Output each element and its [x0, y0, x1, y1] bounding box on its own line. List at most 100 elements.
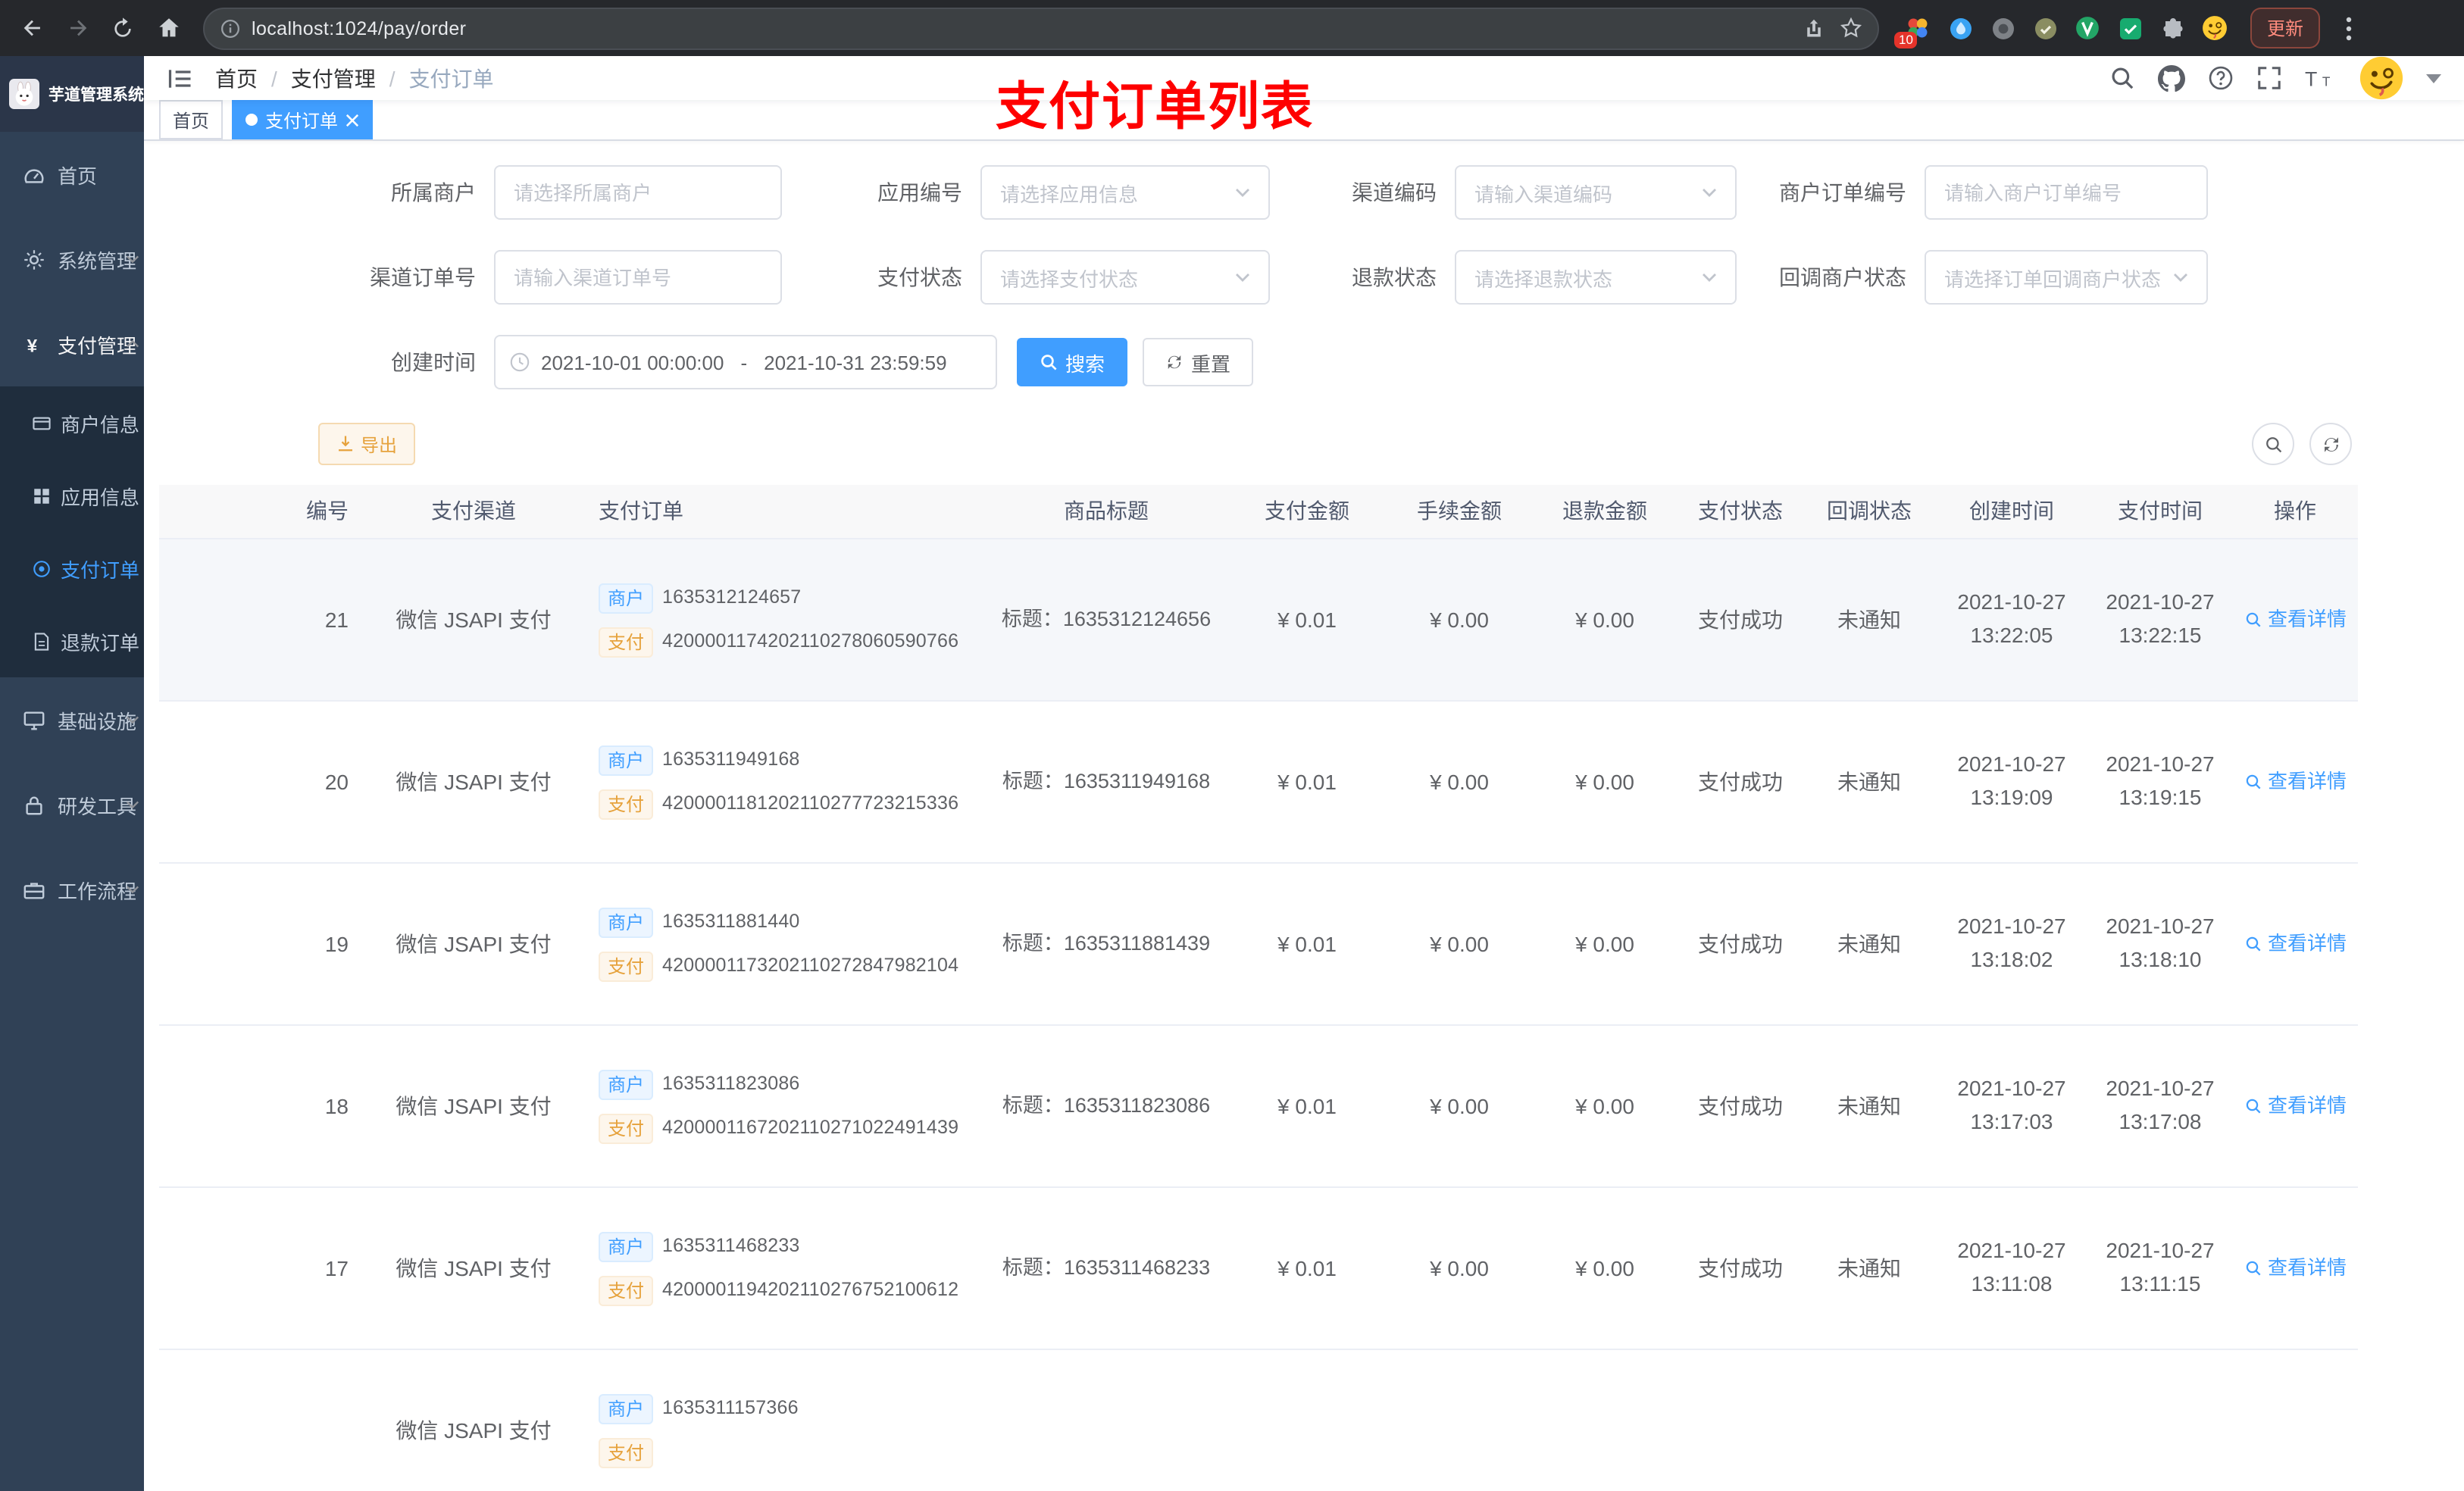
- cell-refund-amount: ¥ 0.00: [1575, 607, 1634, 631]
- cell-title: 标题：1635311468233: [1002, 1255, 1211, 1279]
- sidebar-subitem-label: 应用信息: [61, 486, 140, 508]
- extension-icon-drop[interactable]: [1946, 14, 1975, 42]
- tags-view: 首页 支付订单: [144, 100, 2464, 141]
- share-icon[interactable]: [1803, 17, 1825, 39]
- column-header: 商品标题: [1064, 499, 1149, 523]
- sidebar-subitem-refund-order[interactable]: 退款订单: [0, 605, 144, 677]
- home-button[interactable]: [149, 8, 188, 48]
- pay-status-select[interactable]: 请选择支付状态: [980, 250, 1270, 305]
- tab-label: 首页: [173, 110, 210, 131]
- view-detail-link[interactable]: 查看详情: [2244, 605, 2347, 635]
- app-id-select[interactable]: 请选择应用信息: [980, 165, 1270, 220]
- notify-status-select[interactable]: 请选择订单回调商户状态: [1925, 250, 2208, 305]
- user-avatar[interactable]: [2359, 56, 2403, 100]
- back-button[interactable]: [12, 8, 52, 48]
- sidebar-subitem-pay-order[interactable]: 支付订单: [0, 532, 144, 605]
- help-icon[interactable]: [2208, 65, 2234, 91]
- cell-notify-status: 未通知: [1837, 1255, 1901, 1280]
- reset-button[interactable]: 重置: [1143, 338, 1254, 386]
- pay-tag: 支付: [599, 627, 654, 657]
- view-detail-link[interactable]: 查看详情: [2244, 1254, 2347, 1283]
- merchant-tag: 商户: [599, 745, 654, 775]
- forward-button[interactable]: [58, 8, 97, 48]
- tab-close-icon[interactable]: [346, 113, 359, 127]
- browser-update-button[interactable]: 更新: [2250, 8, 2321, 48]
- export-button[interactable]: 导出: [318, 423, 416, 465]
- cell-create-time: 2021-10-27 13:22:05: [1957, 589, 2066, 647]
- column-header: 退款金额: [1562, 499, 1647, 523]
- app-title: 芋道管理系统: [48, 86, 144, 104]
- merchant-tag: 商户: [599, 1393, 654, 1424]
- sidebar-item-home[interactable]: 首页: [0, 132, 144, 217]
- refund-status-select[interactable]: 请选择退款状态: [1455, 250, 1737, 305]
- refresh-table-button[interactable]: [2309, 423, 2352, 465]
- sidebar-item-dev-tools[interactable]: 研发工具: [0, 762, 144, 847]
- pay-order-no: 4200001181202110277723215336: [662, 792, 959, 814]
- bookmark-star-icon[interactable]: [1840, 17, 1862, 39]
- view-detail-link[interactable]: 查看详情: [2244, 1092, 2347, 1121]
- extension-icon-colorful[interactable]: 10: [1894, 14, 1932, 48]
- merchant-order-no-input[interactable]: [1925, 165, 2208, 220]
- channel-order-no-input[interactable]: [494, 250, 782, 305]
- logo-avatar: [9, 77, 39, 111]
- view-detail-link[interactable]: 查看详情: [2244, 930, 2347, 959]
- table-row: 19 微信 JSAPI 支付 商户 1635311881440 支付 4200001…: [159, 864, 2358, 1026]
- pay-order-no: 4200001167202110271022491439: [662, 1117, 959, 1139]
- field-label: 创建时间: [391, 350, 476, 374]
- channel-code-select[interactable]: 请输入渠道编码: [1455, 165, 1737, 220]
- sidebar-item-payment[interactable]: ¥ 支付管理: [0, 302, 144, 386]
- search-button[interactable]: 搜索: [1017, 338, 1128, 386]
- cell-title: 标题：1635312124656: [1001, 607, 1212, 630]
- chevron-down-icon: [1235, 188, 1250, 197]
- extensions-puzzle-icon[interactable]: [2158, 14, 2187, 42]
- sidebar-subitem-merchant-info[interactable]: 商户信息: [0, 386, 144, 459]
- font-size-icon[interactable]: TT: [2305, 66, 2337, 90]
- tab-pay-order[interactable]: 支付订单: [232, 100, 374, 139]
- table-row: 17 微信 JSAPI 支付 商户 1635311468233 支付 4200001…: [159, 1188, 2358, 1350]
- sidebar-toggle-icon[interactable]: [167, 64, 194, 92]
- header-search-icon[interactable]: [2109, 65, 2135, 91]
- reload-button[interactable]: [103, 8, 142, 48]
- breadcrumb-home[interactable]: 首页: [215, 63, 258, 93]
- extension-icon-green-circle[interactable]: [2073, 14, 2102, 42]
- extension-icon-olive[interactable]: [2031, 14, 2059, 42]
- breadcrumb-separator: /: [389, 66, 396, 90]
- pay-order-no: 4200001173202110272847982104: [662, 955, 959, 977]
- address-bar[interactable]: localhost:1024/pay/order: [203, 7, 1879, 49]
- view-detail-link[interactable]: 查看详情: [2244, 767, 2347, 797]
- cell-fee-amount: ¥ 0.00: [1430, 769, 1489, 793]
- cell-pay-status: 支付成功: [1698, 607, 1783, 631]
- create-time-range-picker[interactable]: 2021-10-01 00:00:00 - 2021-10-31 23:59:5…: [494, 335, 997, 389]
- merchant-select[interactable]: [494, 165, 782, 220]
- app-logo[interactable]: 芋道管理系统: [0, 56, 144, 132]
- cell-order: 商户 1635311468233 支付 4200001194202110276752…: [583, 1188, 985, 1349]
- cell-notify-status: 未通知: [1837, 769, 1901, 793]
- browser-menu-icon[interactable]: [2338, 16, 2359, 40]
- tab-home[interactable]: 首页: [159, 100, 224, 139]
- cell-notify-status: 未通知: [1837, 607, 1901, 631]
- pay-tag: 支付: [599, 951, 654, 981]
- field-label: 退款状态: [1352, 265, 1437, 289]
- fullscreen-icon[interactable]: [2256, 65, 2282, 91]
- breadcrumb-pay-management[interactable]: 支付管理: [291, 63, 376, 93]
- sidebar-subitem-app-info[interactable]: 应用信息: [0, 459, 144, 532]
- cell-order: 商户 1635311881440 支付 4200001173202110272847…: [583, 864, 985, 1024]
- avatar-caret-icon[interactable]: [2426, 73, 2441, 83]
- briefcase-icon: [21, 877, 45, 902]
- cell-title: [985, 1350, 1227, 1491]
- sidebar-item-system[interactable]: 系统管理: [0, 217, 144, 302]
- sidebar-item-workflow[interactable]: 工作流程: [0, 847, 144, 932]
- toggle-search-button[interactable]: [2252, 423, 2294, 465]
- breadcrumb-separator: /: [271, 66, 277, 90]
- cell-title: 标题：1635311823086: [1002, 1093, 1211, 1117]
- site-info-icon[interactable]: [220, 17, 241, 39]
- cell-create-time: 2021-10-27 13:11:08: [1957, 1238, 2066, 1296]
- sidebar-item-infrastructure[interactable]: 基础设施: [0, 677, 144, 762]
- extension-icon-green-square[interactable]: [2115, 14, 2144, 42]
- extension-icon-emoji[interactable]: [2200, 14, 2229, 42]
- field-label: 渠道订单号: [370, 265, 476, 289]
- extension-icon-globe[interactable]: [1988, 14, 2017, 42]
- column-header: 支付渠道: [431, 499, 516, 523]
- github-icon[interactable]: [2158, 64, 2185, 92]
- cell-pay-time: 2021-10-27 13:11:15: [2106, 1238, 2215, 1296]
